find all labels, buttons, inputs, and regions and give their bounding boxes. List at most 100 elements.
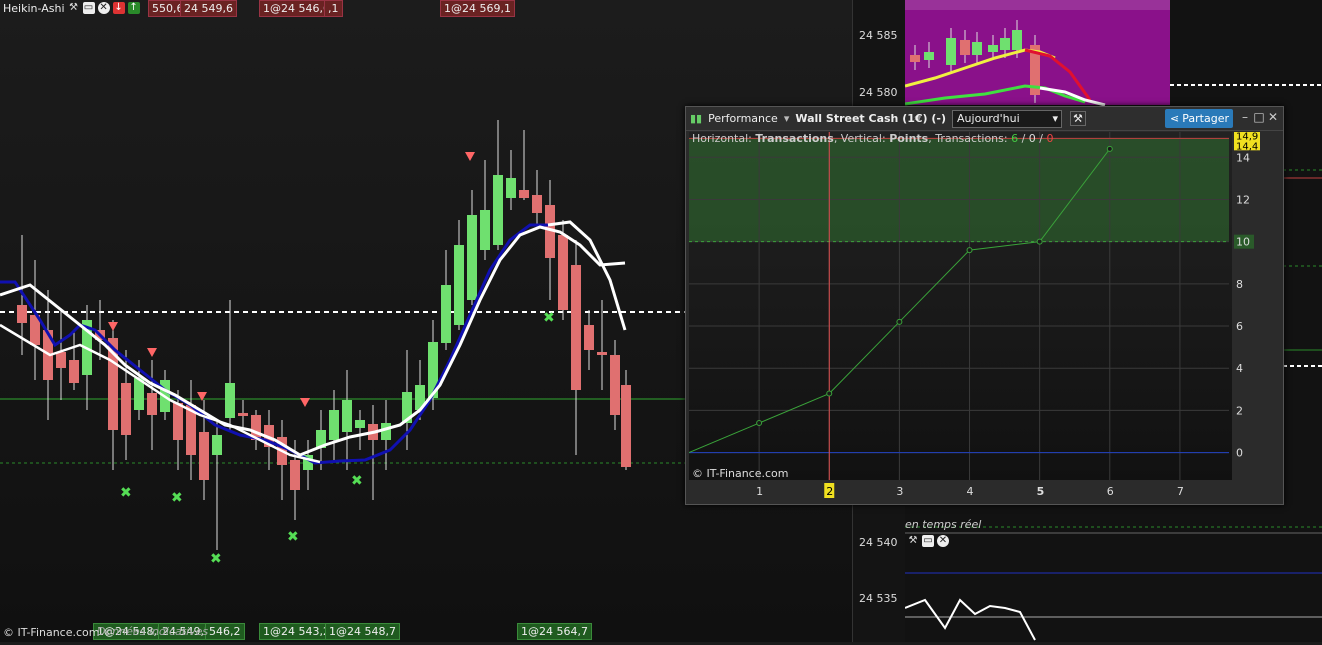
close-icon[interactable]: ✕: [1267, 110, 1279, 124]
candle-body: [621, 385, 631, 467]
candle-body: [173, 403, 183, 440]
x-tick-label: 7: [1177, 485, 1184, 498]
candle-body: [355, 420, 365, 428]
sell-arrow-icon: [108, 322, 118, 331]
data-point: [1036, 238, 1043, 245]
h-value: Transactions: [755, 132, 834, 145]
chevron-down-icon: ▾: [1052, 111, 1059, 125]
dropdown-arrow-icon[interactable]: ▾: [784, 112, 790, 125]
period-select[interactable]: Aujourd'hui ▾: [952, 109, 1063, 128]
perf-x-axis: 1 2 3 4 5 6 7: [689, 481, 1232, 501]
exit-cross-icon: ✖: [287, 529, 299, 545]
candle-icon: ▮▮: [690, 112, 703, 125]
order-tag[interactable]: 1@24 543,2: [259, 623, 334, 640]
order-tag[interactable]: 1@24 546,6: [259, 0, 334, 17]
order-tag[interactable]: 1@24 564,7: [517, 623, 592, 640]
order-tag[interactable]: 1@24 569,1: [440, 0, 515, 17]
candle-body: [121, 383, 131, 435]
performance-window[interactable]: ▮▮ Performance ▾ Wall Street Cash (1€) (…: [685, 106, 1284, 505]
candle-body: [56, 352, 66, 368]
price-label: 24 540: [859, 536, 898, 549]
tab-performance[interactable]: Performance: [708, 112, 778, 125]
candle-body: [342, 400, 352, 432]
candle-body: [519, 190, 529, 198]
candle-body: [988, 45, 998, 52]
close-icon[interactable]: ✕: [97, 2, 110, 14]
instrument-name[interactable]: Wall Street Cash (1€) (-): [795, 112, 946, 125]
data-point: [896, 318, 903, 325]
order-tag[interactable]: 1@24 548,7: [325, 623, 400, 640]
order-tag[interactable]: 24 549,6: [180, 0, 237, 17]
share-button[interactable]: ⋖ Partager: [1165, 109, 1233, 128]
sell-arrow-icon: [147, 348, 157, 357]
candle-body: [480, 210, 490, 250]
exit-cross-icon: ✖: [351, 473, 363, 489]
sell-icon[interactable]: ↓: [112, 2, 125, 14]
x-tick-label: 3: [896, 485, 903, 498]
sell-arrow-icon: [197, 392, 207, 401]
wrench-icon[interactable]: ⚒: [1070, 111, 1086, 126]
exit-cross-icon: ✖: [210, 551, 222, 567]
share-label: Partager: [1182, 112, 1229, 125]
share-icon: ⋖: [1170, 112, 1180, 125]
y-tick-label: 14: [1236, 151, 1250, 164]
buy-icon[interactable]: ↑: [127, 2, 140, 14]
v-label: , Vertical:: [833, 132, 890, 145]
candle-body: [212, 435, 222, 455]
close-icon[interactable]: ✕: [937, 535, 949, 547]
moving-average-white: [0, 225, 626, 457]
transactions-lost: 0: [1046, 132, 1054, 145]
order-tag[interactable]: 546,2: [205, 623, 245, 640]
window-icon[interactable]: ▭: [922, 535, 934, 547]
performance-header: Horizontal: Transactions, Vertical: Poin…: [689, 132, 1232, 148]
candle-body: [506, 178, 516, 198]
y-tick-label: 8: [1236, 278, 1243, 291]
perf-copyright: © IT-Finance.com: [692, 467, 789, 480]
chart-toolbar: Heikin-Ashi ⚒ ▭ ✕ ↓ ↑: [0, 0, 140, 16]
price-label: 24 535: [859, 592, 898, 605]
candle-body: [910, 55, 920, 62]
candle-body: [69, 360, 79, 383]
x-tick-label: 2: [826, 485, 833, 498]
candle-body: [493, 175, 503, 245]
candle-body: [17, 305, 27, 323]
performance-line-chart[interactable]: [688, 132, 1232, 480]
price-label: 24 580: [859, 86, 898, 99]
period-value: Aujourd'hui: [957, 111, 1020, 125]
performance-titlebar[interactable]: ▮▮ Performance ▾ Wall Street Cash (1€) (…: [686, 107, 1283, 131]
sep: /: [1035, 132, 1047, 145]
order-tag[interactable]: ,1: [324, 0, 343, 17]
y-tick-label: 6: [1236, 320, 1243, 333]
candle-body: [1000, 38, 1010, 50]
performance-plot[interactable]: [688, 132, 1232, 480]
candle-body: [454, 245, 464, 325]
candle-body: [147, 393, 157, 415]
candle-body: [381, 423, 391, 440]
candle-body: [946, 38, 956, 65]
candle-body: [1012, 30, 1022, 50]
level-badge-label: 10: [1236, 236, 1250, 249]
candle-body: [610, 355, 620, 415]
exit-cross-icon: ✖: [171, 490, 183, 506]
window-icon[interactable]: ▭: [82, 2, 95, 14]
maximize-icon[interactable]: □: [1253, 110, 1265, 124]
sub-toolbar: ⚒ ▭ ✕: [907, 535, 949, 547]
sell-arrow-icon: [465, 152, 475, 161]
t-label: , Transactions:: [928, 132, 1012, 145]
data-point: [826, 390, 833, 397]
candle-body: [329, 410, 339, 440]
candle-body: [441, 285, 451, 343]
y-tick-label: 0: [1236, 447, 1243, 460]
price-label: 24 585: [859, 29, 898, 42]
transactions-neutral: 0: [1028, 132, 1036, 145]
data-point: [756, 420, 763, 427]
wrench-icon[interactable]: ⚒: [907, 535, 919, 547]
sep: /: [1018, 132, 1029, 145]
data-point: [966, 247, 973, 254]
candle-body: [972, 42, 982, 55]
wrench-icon[interactable]: ⚒: [68, 2, 80, 14]
minimize-icon[interactable]: –: [1239, 110, 1251, 124]
exit-cross-icon: ✖: [543, 310, 555, 326]
x-tick-label: 4: [967, 485, 974, 498]
sell-arrow-icon: [300, 398, 310, 407]
